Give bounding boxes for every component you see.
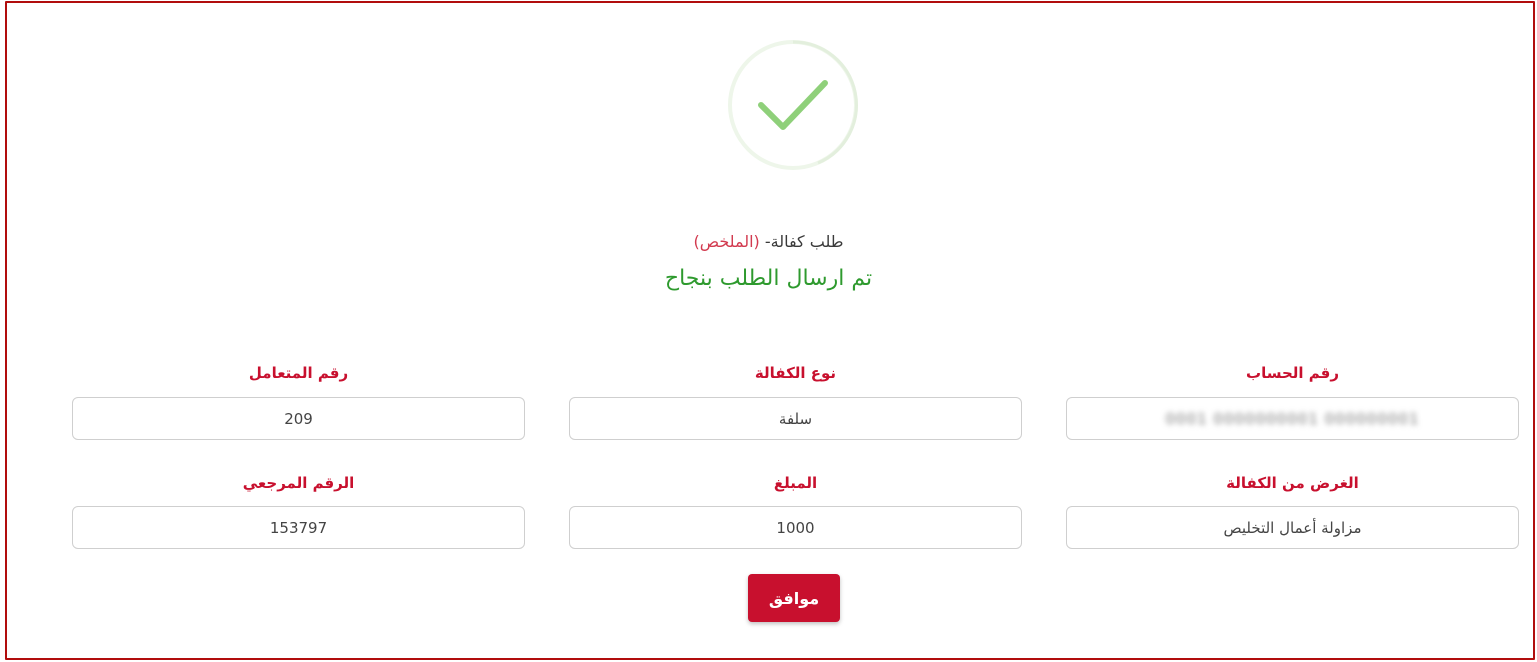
breadcrumb-current: (الملخص) xyxy=(693,232,760,251)
amount-value: 1000 xyxy=(776,518,815,537)
reference-number-value: 153797 xyxy=(269,518,328,537)
amount-field: 1000 xyxy=(569,506,1022,549)
account-number-value: 0001 0000000001 000000001 xyxy=(1165,409,1420,428)
reference-number-field: 153797 xyxy=(72,506,525,549)
reference-number-label: الرقم المرجعي xyxy=(242,474,355,492)
amount-label: المبلغ xyxy=(773,474,818,492)
breadcrumb-parent: طلب كفالة- xyxy=(764,232,844,251)
guarantee-type-label: نوع الكفالة xyxy=(754,364,837,382)
account-number-field: 0001 0000000001 000000001 xyxy=(1066,397,1519,440)
customer-number-label: رقم المتعامل xyxy=(248,364,349,382)
ok-button[interactable]: موافق xyxy=(748,574,840,622)
guarantee-type-value: سلفة xyxy=(778,409,813,428)
customer-number-value: 209 xyxy=(284,409,313,428)
guarantee-purpose-value: مزاولة أعمال التخليص xyxy=(1223,518,1362,537)
guarantee-purpose-field: مزاولة أعمال التخليص xyxy=(1066,506,1519,549)
account-number-label: رقم الحساب xyxy=(1246,364,1339,382)
success-message: تم ارسال الطلب بنجاح xyxy=(664,266,873,291)
customer-number-field: 209 xyxy=(72,397,525,440)
breadcrumb: طلب كفالة- (الملخص) xyxy=(0,232,1537,251)
check-circle-icon xyxy=(728,40,858,170)
guarantee-purpose-label: الغرض من الكفالة xyxy=(1226,474,1359,492)
guarantee-type-field: سلفة xyxy=(569,397,1022,440)
